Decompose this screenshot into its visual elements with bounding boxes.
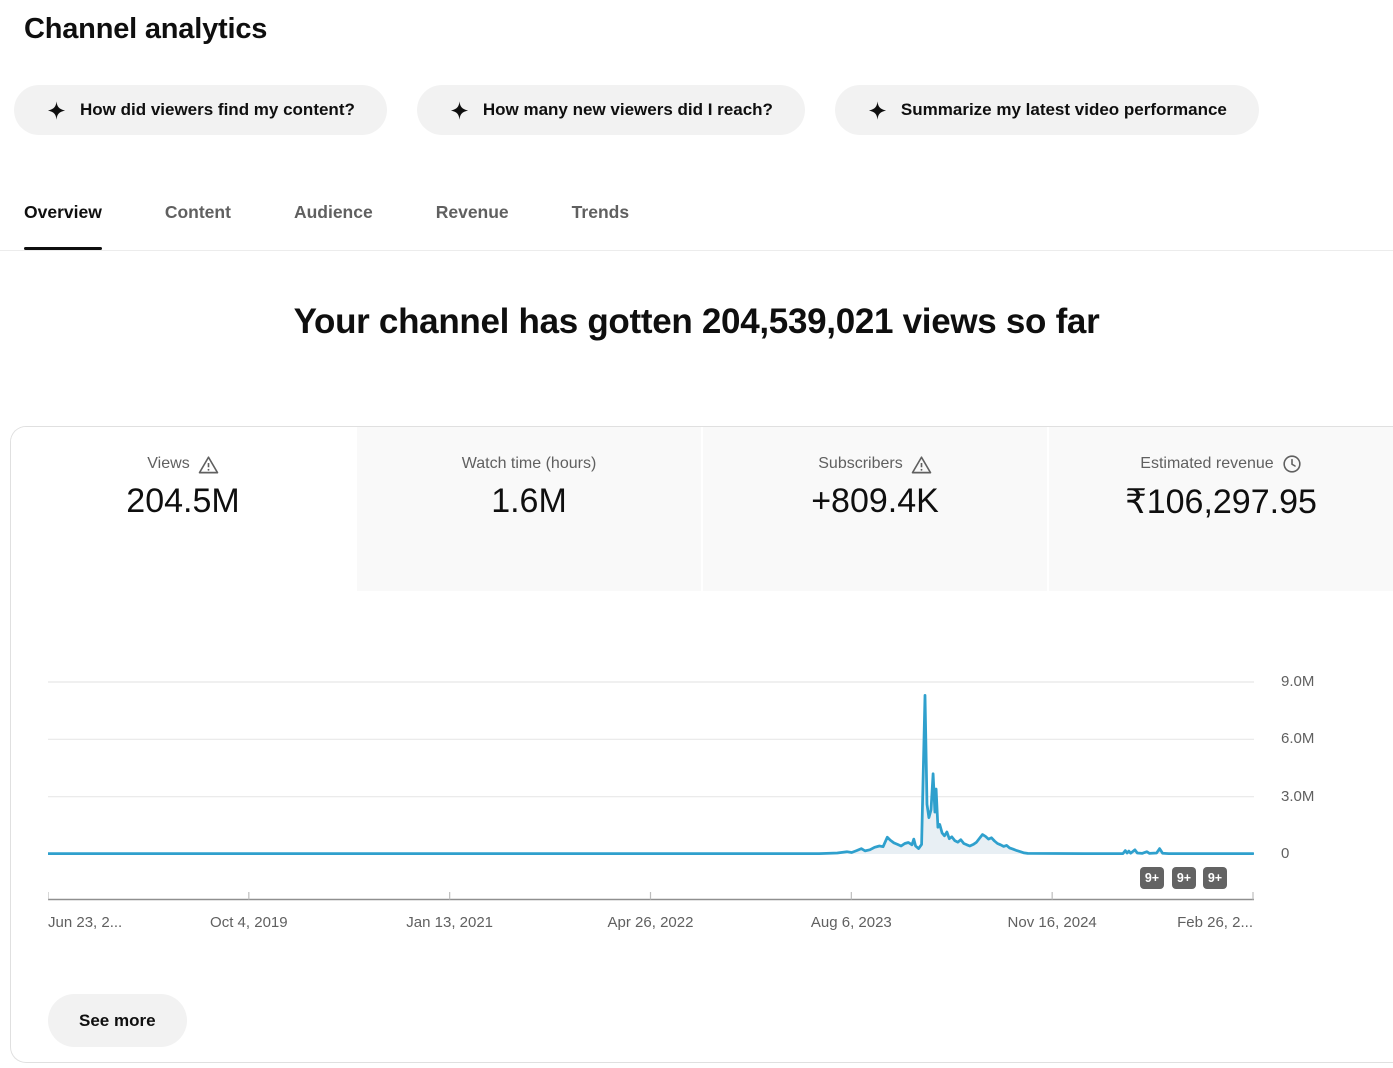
- chip-label: Summarize my latest video performance: [901, 100, 1227, 120]
- analytics-tabs-bar: Overview Content Audience Revenue Trends: [0, 185, 1393, 251]
- chip-label: How many new viewers did I reach?: [483, 100, 773, 120]
- metric-label: Views: [147, 454, 189, 474]
- metric-tab-subscribers[interactable]: Subscribers +809.4K: [701, 427, 1047, 591]
- x-axis-label: Jan 13, 2021: [406, 914, 493, 931]
- see-more-button[interactable]: See more: [48, 994, 187, 1047]
- x-axis-label: Apr 26, 2022: [608, 914, 694, 931]
- warning-icon: [198, 455, 219, 474]
- sparkle-icon: [46, 100, 67, 121]
- x-axis-ticks: [48, 892, 1253, 900]
- metric-label: Subscribers: [818, 454, 902, 474]
- tab-overview[interactable]: Overview: [24, 185, 102, 250]
- chart-data-line: [48, 695, 1253, 853]
- annotation-badge[interactable]: 9+: [1172, 867, 1196, 889]
- tab-revenue[interactable]: Revenue: [436, 185, 509, 250]
- metric-value: +809.4K: [703, 482, 1047, 521]
- y-axis-label: 3.0M: [1281, 788, 1314, 806]
- chart-gridlines: [48, 682, 1254, 797]
- metric-tab-estimated-revenue[interactable]: Estimated revenue ₹106,297.95: [1047, 427, 1393, 591]
- warning-icon: [911, 455, 932, 474]
- tab-content[interactable]: Content: [165, 185, 231, 250]
- x-axis-label: Aug 6, 2023: [811, 914, 892, 931]
- chip-label: How did viewers find my content?: [80, 100, 355, 120]
- views-line-chart[interactable]: [48, 641, 1254, 906]
- x-axis-label: Oct 4, 2019: [210, 914, 288, 931]
- annotation-badge[interactable]: 9+: [1140, 867, 1164, 889]
- y-axis-label: 6.0M: [1281, 730, 1314, 748]
- metric-tab-watch-time[interactable]: Watch time (hours) 1.6M: [355, 427, 701, 591]
- metric-tabs-row: Views 204.5M Watch time (hours) 1.6M Sub…: [11, 427, 1393, 591]
- tab-trends[interactable]: Trends: [572, 185, 629, 250]
- metric-label: Estimated revenue: [1140, 454, 1273, 474]
- page-title: Channel analytics: [24, 13, 267, 46]
- x-axis-label: Nov 16, 2024: [1008, 914, 1097, 931]
- metric-value: 1.6M: [357, 482, 701, 521]
- ai-chips-row: How did viewers find my content? How man…: [14, 85, 1259, 135]
- sparkle-icon: [449, 100, 470, 121]
- clock-icon: [1282, 454, 1302, 474]
- channel-views-headline: Your channel has gotten 204,539,021 view…: [0, 302, 1393, 342]
- chart-area-fill: [48, 695, 1253, 854]
- metric-value: 204.5M: [11, 482, 355, 521]
- annotation-badge[interactable]: 9+: [1203, 867, 1227, 889]
- x-axis-label: Jun 23, 2...: [48, 914, 122, 931]
- ai-chip-how-many-new-viewers[interactable]: How many new viewers did I reach?: [417, 85, 805, 135]
- analytics-card: Views 204.5M Watch time (hours) 1.6M Sub…: [10, 426, 1393, 1063]
- metric-value: ₹106,297.95: [1049, 482, 1393, 522]
- ai-chip-summarize-latest-video[interactable]: Summarize my latest video performance: [835, 85, 1259, 135]
- metric-tab-views[interactable]: Views 204.5M: [11, 427, 355, 591]
- y-axis-label: 0: [1281, 845, 1289, 863]
- x-axis-label: Feb 26, 2...: [1177, 914, 1253, 931]
- sparkle-icon: [867, 100, 888, 121]
- ai-chip-how-did-viewers-find-content[interactable]: How did viewers find my content?: [14, 85, 387, 135]
- y-axis-label: 9.0M: [1281, 673, 1314, 691]
- tab-audience[interactable]: Audience: [294, 185, 373, 250]
- metric-label: Watch time (hours): [462, 454, 597, 474]
